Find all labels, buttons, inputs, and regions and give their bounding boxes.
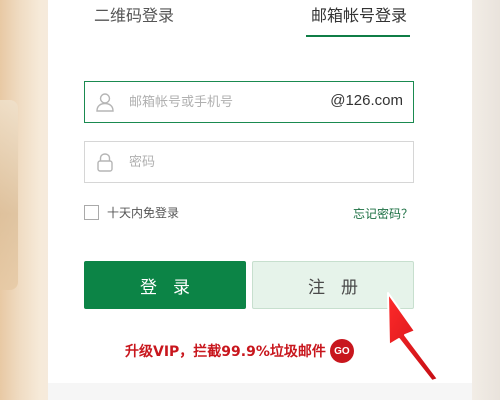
- tab-qr-login[interactable]: 二维码登录: [94, 6, 174, 34]
- user-icon: [95, 92, 115, 112]
- promo-text: 升级VIP，拦截99.9%垃圾邮件: [125, 344, 326, 360]
- remember-checkbox[interactable]: [84, 204, 99, 220]
- login-button[interactable]: 登录: [84, 261, 246, 309]
- tab-mail-login[interactable]: 邮箱帐号登录: [311, 6, 407, 34]
- remember-label: 十天内免登录: [107, 205, 180, 220]
- domain-suffix: @126.com: [330, 92, 403, 109]
- password-input[interactable]: 密码: [129, 154, 309, 172]
- password-field[interactable]: 密码: [84, 141, 414, 183]
- active-tab-indicator: [306, 35, 410, 37]
- background-decoration: [0, 100, 18, 290]
- pointer-arrow-icon: [387, 292, 439, 382]
- remember-me[interactable]: 十天内免登录: [84, 204, 179, 220]
- username-field[interactable]: 邮箱帐号或手机号 @126.com: [84, 81, 414, 123]
- background-edge: [472, 0, 500, 400]
- lock-icon: [95, 152, 115, 172]
- vip-promo-link[interactable]: 升级VIP，拦截99.9%垃圾邮件 GO: [125, 339, 354, 363]
- go-badge[interactable]: GO: [329, 339, 354, 363]
- forgot-password-link[interactable]: 忘记密码？: [353, 205, 413, 222]
- login-card-footer: [48, 383, 472, 400]
- username-input[interactable]: 邮箱帐号或手机号: [129, 94, 309, 112]
